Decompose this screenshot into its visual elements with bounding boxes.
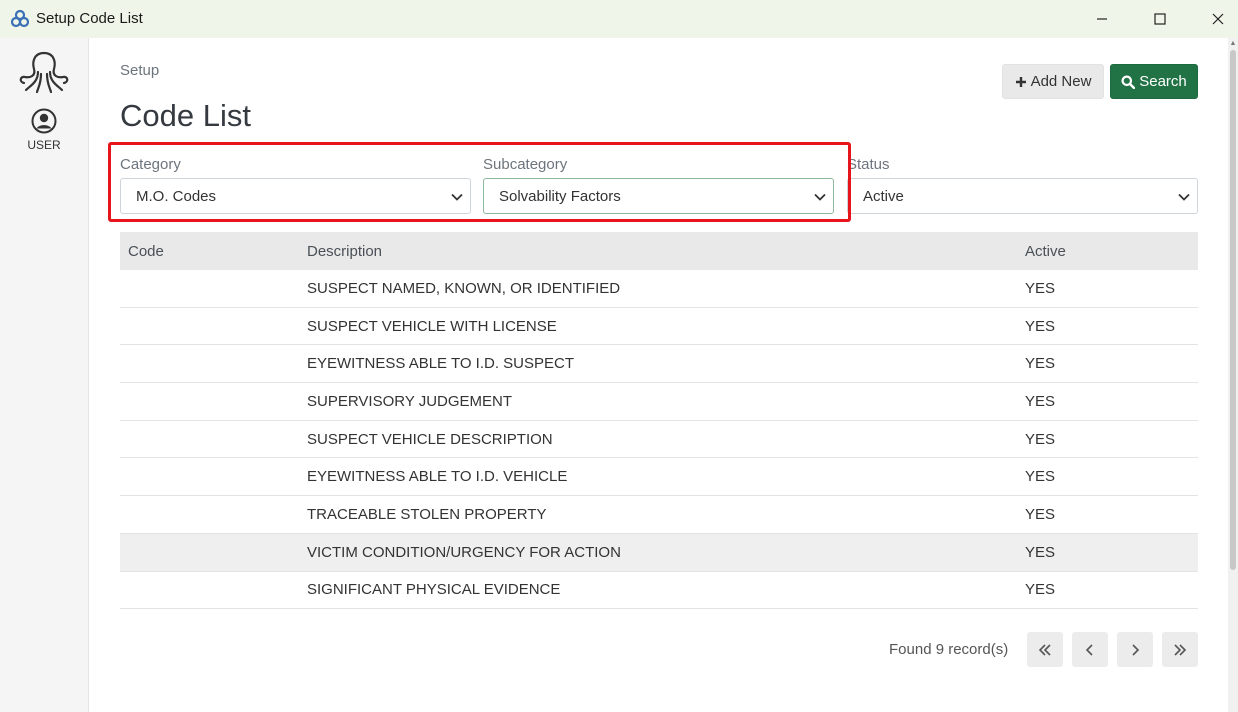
first-page-button[interactable] bbox=[1027, 632, 1063, 667]
cell-description: SUSPECT VEHICLE WITH LICENSE bbox=[307, 317, 557, 335]
table-row[interactable]: SUSPECT NAMED, KNOWN, OR IDENTIFIED YES bbox=[120, 270, 1198, 308]
category-value: M.O. Codes bbox=[136, 187, 217, 205]
code-table: Code Description Active SUSPECT NAMED, K… bbox=[120, 232, 1198, 610]
cell-description: TRACEABLE STOLEN PROPERTY bbox=[307, 505, 547, 523]
octopus-logo-icon[interactable] bbox=[16, 50, 72, 94]
cell-description: EYEWITNESS ABLE TO I.D. VEHICLE bbox=[307, 468, 568, 486]
record-count: Found 9 record(s) bbox=[889, 641, 1009, 658]
cell-active: YES bbox=[1025, 543, 1056, 561]
user-label: USER bbox=[27, 138, 61, 152]
cell-active: YES bbox=[1025, 581, 1056, 599]
cell-active: YES bbox=[1025, 468, 1056, 486]
table-header: Code Description Active bbox=[120, 232, 1198, 270]
table-row[interactable]: TRACEABLE STOLEN PROPERTY YES bbox=[120, 496, 1198, 534]
subcategory-value: Solvability Factors bbox=[499, 187, 621, 205]
cell-description: SUSPECT NAMED, KNOWN, OR IDENTIFIED bbox=[307, 279, 621, 297]
table-row[interactable]: EYEWITNESS ABLE TO I.D. SUSPECT YES bbox=[120, 345, 1198, 384]
cell-active: YES bbox=[1025, 355, 1056, 373]
close-icon bbox=[1212, 13, 1224, 25]
search-label: Search bbox=[1139, 73, 1187, 90]
app-logo-icon bbox=[10, 9, 30, 28]
sidebar: USER bbox=[0, 38, 89, 712]
table-row[interactable]: EYEWITNESS ABLE TO I.D. VEHICLE YES bbox=[120, 458, 1198, 497]
column-header-active[interactable]: Active bbox=[1025, 243, 1198, 260]
previous-page-button[interactable] bbox=[1072, 632, 1108, 667]
column-header-code[interactable]: Code bbox=[120, 243, 307, 260]
next-page-button[interactable] bbox=[1117, 632, 1153, 667]
double-chevron-left-icon bbox=[1038, 643, 1051, 656]
status-value: Active bbox=[863, 187, 904, 205]
page-title: Code List bbox=[120, 98, 251, 133]
close-button[interactable] bbox=[1189, 0, 1238, 38]
cell-description: SUPERVISORY JUDGEMENT bbox=[307, 392, 513, 410]
cell-description: EYEWITNESS ABLE TO I.D. SUSPECT bbox=[307, 355, 575, 373]
maximize-button[interactable] bbox=[1131, 0, 1189, 38]
window-title: Setup Code List bbox=[36, 10, 143, 27]
chevron-right-icon bbox=[1132, 643, 1140, 656]
chevron-down-icon bbox=[451, 193, 463, 201]
table-row[interactable]: SIGNIFICANT PHYSICAL EVIDENCE YES bbox=[120, 572, 1198, 610]
title-bar: Setup Code List bbox=[0, 0, 1238, 38]
table-row[interactable]: SUPERVISORY JUDGEMENT YES bbox=[120, 383, 1198, 421]
category-label: Category bbox=[120, 156, 181, 173]
status-select[interactable]: Active bbox=[847, 178, 1198, 214]
scrollbar[interactable]: ▲ bbox=[1228, 38, 1238, 712]
cell-active: YES bbox=[1025, 430, 1056, 448]
maximize-icon bbox=[1154, 13, 1166, 25]
breadcrumb[interactable]: Setup bbox=[120, 62, 159, 79]
column-header-description[interactable]: Description bbox=[307, 243, 1025, 260]
category-select[interactable]: M.O. Codes bbox=[120, 178, 471, 214]
plus-icon bbox=[1015, 76, 1026, 87]
subcategory-select[interactable]: Solvability Factors bbox=[483, 178, 834, 214]
chevron-down-icon bbox=[1178, 193, 1190, 201]
minimize-button[interactable] bbox=[1073, 0, 1131, 38]
cell-active: YES bbox=[1025, 279, 1056, 297]
search-button[interactable]: Search bbox=[1110, 64, 1198, 99]
table-row[interactable]: VICTIM CONDITION/URGENCY FOR ACTION YES bbox=[120, 533, 1198, 572]
cell-description: SUSPECT VEHICLE DESCRIPTION bbox=[307, 430, 553, 448]
cell-description: SIGNIFICANT PHYSICAL EVIDENCE bbox=[307, 581, 561, 599]
add-new-label: Add New bbox=[1030, 73, 1092, 90]
search-icon bbox=[1121, 75, 1136, 89]
chevron-down-icon bbox=[814, 193, 826, 201]
user-menu-button[interactable]: USER bbox=[12, 106, 76, 158]
cell-active: YES bbox=[1025, 392, 1056, 410]
table-row[interactable]: SUSPECT VEHICLE WITH LICENSE YES bbox=[120, 308, 1198, 346]
minimize-icon bbox=[1097, 18, 1107, 20]
chevron-left-icon bbox=[1085, 643, 1093, 656]
double-chevron-right-icon bbox=[1174, 643, 1187, 656]
cell-active: YES bbox=[1025, 505, 1056, 523]
subcategory-label: Subcategory bbox=[483, 156, 568, 173]
status-label: Status bbox=[847, 156, 890, 173]
cell-description: VICTIM CONDITION/URGENCY FOR ACTION bbox=[307, 543, 621, 561]
user-circle-icon bbox=[31, 108, 57, 134]
scroll-up-icon[interactable]: ▲ bbox=[1229, 40, 1237, 48]
table-row[interactable]: SUSPECT VEHICLE DESCRIPTION YES bbox=[120, 421, 1198, 459]
scrollbar-thumb[interactable] bbox=[1230, 50, 1236, 570]
add-new-button[interactable]: Add New bbox=[1002, 64, 1104, 99]
cell-active: YES bbox=[1025, 317, 1056, 335]
last-page-button[interactable] bbox=[1162, 632, 1198, 667]
